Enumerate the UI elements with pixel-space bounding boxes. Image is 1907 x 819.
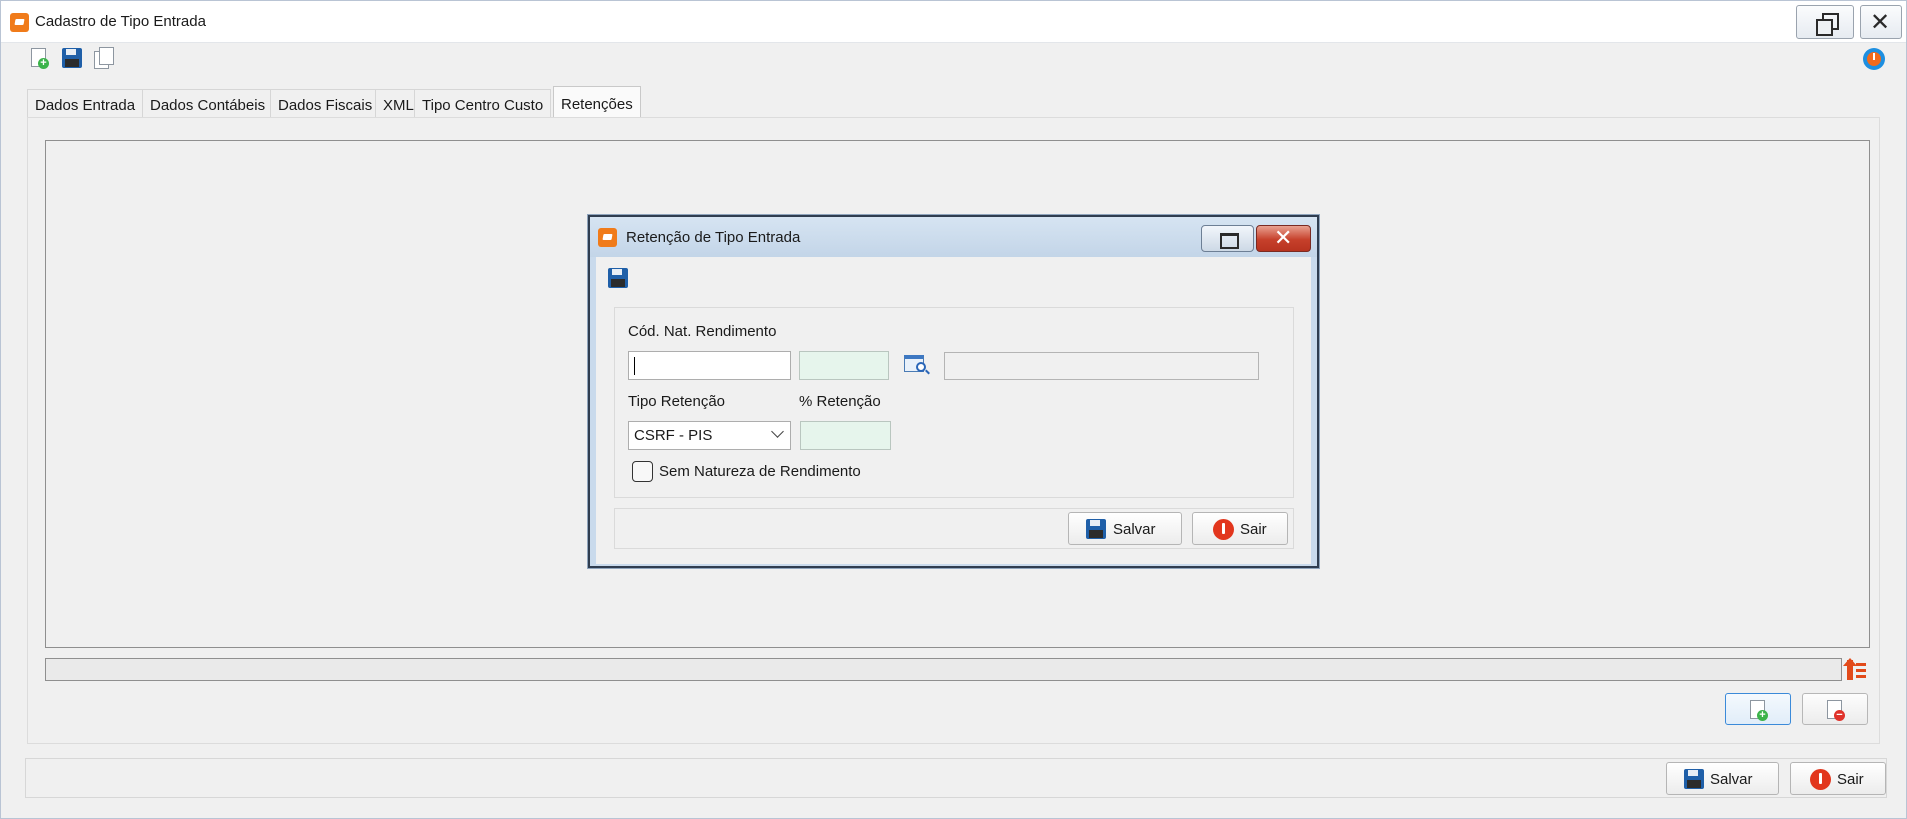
dialog-exit-button-label: Sair bbox=[1240, 521, 1267, 538]
power-icon[interactable] bbox=[1863, 48, 1885, 70]
cod-nat-input[interactable] bbox=[628, 351, 791, 380]
dialog-title: Retenção de Tipo Entrada bbox=[626, 229, 801, 246]
cod-nat-secondary-field bbox=[799, 351, 889, 380]
grid-horizontal-scrollbar[interactable] bbox=[45, 658, 1842, 681]
save-icon bbox=[1086, 519, 1106, 539]
tab-retencoes[interactable]: Retenções bbox=[553, 86, 641, 119]
add-document-icon: + bbox=[1748, 699, 1768, 721]
tipo-retencao-selected-value: CSRF - PIS bbox=[634, 427, 713, 444]
tab-dados-entrada[interactable]: Dados Entrada bbox=[27, 89, 144, 118]
dialog-titlebar: Retenção de Tipo Entrada ✕ bbox=[590, 217, 1317, 257]
main-window: Cadastro de Tipo Entrada ✕ + Dados Entra… bbox=[0, 0, 1907, 819]
app-logo-icon bbox=[598, 228, 617, 247]
lookup-search-icon[interactable] bbox=[904, 353, 930, 377]
percent-retencao-input[interactable] bbox=[800, 421, 891, 450]
sem-natureza-label[interactable]: Sem Natureza de Rendimento bbox=[659, 463, 861, 480]
exit-icon bbox=[1810, 769, 1831, 790]
add-row-button[interactable]: + bbox=[1725, 693, 1791, 725]
bottom-action-bar: Salvar Sair bbox=[25, 758, 1887, 798]
sort-ascending-icon[interactable] bbox=[1843, 658, 1868, 681]
exit-button[interactable]: Sair bbox=[1790, 762, 1886, 795]
window-title: Cadastro de Tipo Entrada bbox=[35, 13, 206, 30]
remove-document-icon: − bbox=[1825, 699, 1845, 721]
save-button[interactable]: Salvar bbox=[1666, 762, 1779, 795]
close-window-button[interactable]: ✕ bbox=[1860, 5, 1902, 39]
exit-button-label: Sair bbox=[1837, 771, 1864, 788]
close-icon: ✕ bbox=[1274, 226, 1293, 251]
dialog-exit-button[interactable]: Sair bbox=[1192, 512, 1288, 545]
dialog-body: Cód. Nat. Rendimento Tipo Retenção % Ret… bbox=[596, 257, 1311, 564]
dialog-actions-bar: Salvar Sair bbox=[614, 508, 1294, 549]
tab-dados-fiscais[interactable]: Dados Fiscais bbox=[270, 89, 381, 118]
dialog-fields-panel: Cód. Nat. Rendimento Tipo Retenção % Ret… bbox=[614, 307, 1294, 498]
chevron-down-icon bbox=[771, 425, 784, 438]
dialog-save-button[interactable]: Salvar bbox=[1068, 512, 1182, 545]
text-caret bbox=[634, 357, 635, 375]
dialog-maximize-button[interactable] bbox=[1201, 225, 1254, 252]
app-logo-icon bbox=[10, 13, 29, 32]
sem-natureza-checkbox[interactable] bbox=[632, 461, 653, 482]
retencao-dialog: Retenção de Tipo Entrada ✕ Cód. Nat. Ren… bbox=[588, 215, 1319, 568]
dialog-save-button-label: Salvar bbox=[1113, 521, 1156, 538]
save-icon[interactable] bbox=[608, 268, 628, 288]
tipo-retencao-label: Tipo Retenção bbox=[628, 393, 726, 410]
save-icon bbox=[1684, 769, 1704, 789]
dialog-close-button[interactable]: ✕ bbox=[1256, 225, 1311, 252]
cod-nat-label: Cód. Nat. Rendimento bbox=[628, 323, 777, 340]
percent-retencao-label: % Retenção bbox=[799, 393, 881, 410]
restore-icon bbox=[1816, 13, 1839, 36]
window-titlebar: Cadastro de Tipo Entrada ✕ bbox=[1, 1, 1906, 43]
save-icon[interactable] bbox=[62, 48, 82, 68]
cod-nat-description-field bbox=[944, 352, 1259, 380]
exit-icon bbox=[1213, 519, 1234, 540]
close-icon: ✕ bbox=[1870, 8, 1891, 36]
restore-window-button[interactable] bbox=[1796, 5, 1854, 39]
tab-tipo-centro-custo[interactable]: Tipo Centro Custo bbox=[414, 89, 552, 118]
copy-icon[interactable] bbox=[93, 47, 114, 69]
dialog-scrollbar[interactable] bbox=[1311, 257, 1317, 564]
new-document-icon[interactable]: + bbox=[29, 47, 49, 69]
tipo-retencao-select[interactable]: CSRF - PIS bbox=[628, 421, 791, 450]
tab-dados-contabeis[interactable]: Dados Contábeis bbox=[142, 89, 274, 118]
save-button-label: Salvar bbox=[1710, 771, 1753, 788]
remove-row-button[interactable]: − bbox=[1802, 693, 1868, 725]
